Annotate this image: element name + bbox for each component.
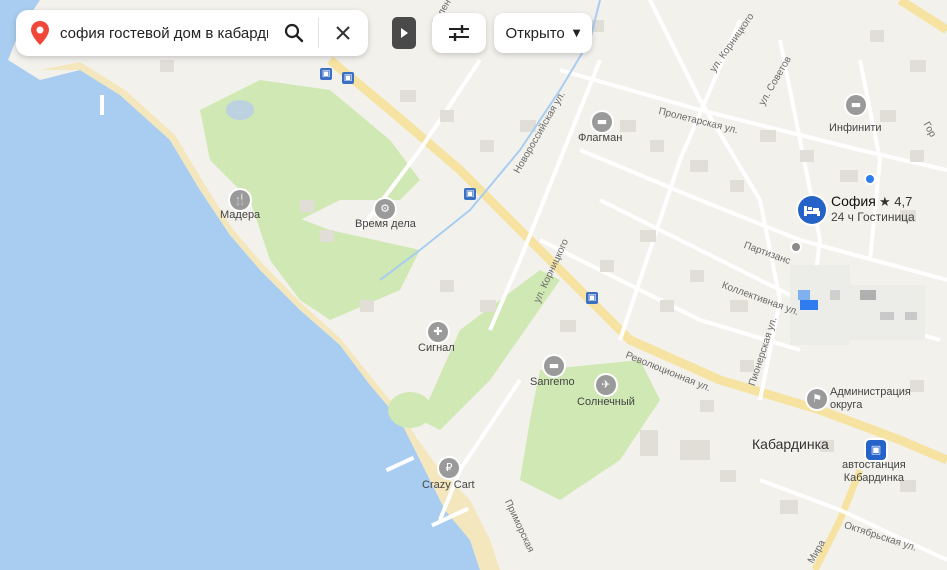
poi-label-signal: Сигнал (418, 342, 455, 354)
sliders-icon (449, 25, 469, 41)
close-icon (336, 26, 350, 40)
search-separator (318, 18, 319, 48)
search-button[interactable] (280, 19, 308, 47)
bed-icon[interactable]: ▬ (592, 112, 612, 132)
airplane-icon[interactable]: ✈ (596, 375, 616, 395)
poi-label-sanremo: Sanremo (530, 376, 575, 388)
search-bar: софия гостевой дом в кабардинке (16, 10, 368, 56)
bus-stop-icon[interactable]: ▣ (320, 68, 332, 80)
poi-label-infiniti: Инфинити (829, 122, 882, 134)
pier (100, 95, 104, 115)
map-pin-icon (31, 21, 49, 45)
location-dot[interactable] (864, 173, 876, 185)
hotel-marker[interactable] (798, 196, 826, 224)
play-triangle-icon (401, 28, 408, 38)
open-now-dropdown[interactable]: Открыто ▼ (494, 13, 592, 53)
search-icon (284, 23, 304, 43)
poi-label-admin: Администрация округа (830, 386, 911, 411)
bed-icon[interactable]: ▬ (846, 95, 866, 115)
restaurant-icon[interactable]: 🍴 (230, 190, 250, 210)
parking-icon[interactable]: ₽ (439, 458, 459, 478)
clear-search-button[interactable] (329, 19, 357, 47)
bed-icon[interactable]: ▬ (544, 356, 564, 376)
hotel-name[interactable]: София (831, 193, 876, 209)
bus-stop-icon[interactable]: ▣ (464, 188, 476, 200)
poi-label-bus-station: автостанция Кабардинка (842, 459, 906, 484)
pool (226, 100, 254, 120)
bus-stop-icon[interactable]: ▣ (342, 72, 354, 84)
filters-button[interactable] (432, 13, 486, 53)
town-label-kabardinka: Кабардинка (752, 436, 829, 452)
bed-icon (804, 206, 820, 216)
collapse-panel-button[interactable] (392, 17, 416, 49)
park (388, 392, 432, 428)
poi-label-flagman: Флагман (578, 132, 623, 144)
hotel-subtitle: 24 ч Гостиница (831, 210, 915, 224)
chevron-down-icon: ▼ (572, 27, 581, 39)
hotel-rating: ★ 4,7 (879, 194, 913, 209)
search-input[interactable]: софия гостевой дом в кабардинке (60, 25, 268, 42)
gray-point (790, 241, 802, 253)
poi-label-crazy-cart: Crazy Cart (422, 479, 475, 491)
open-now-label: Открыто (505, 24, 565, 42)
flag-icon[interactable]: ⚑ (807, 389, 827, 409)
bus-stop-icon[interactable]: ▣ (586, 292, 598, 304)
bus-icon[interactable]: ▣ (866, 440, 886, 460)
poi-label-solnechny: Солнечный (577, 396, 635, 408)
poi-label-vremya-dela: Время дела (355, 218, 416, 230)
gym-icon[interactable]: ⚙ (375, 199, 395, 219)
medical-icon[interactable]: ✚ (428, 322, 448, 342)
poi-label-madera: Мадера (220, 209, 261, 221)
